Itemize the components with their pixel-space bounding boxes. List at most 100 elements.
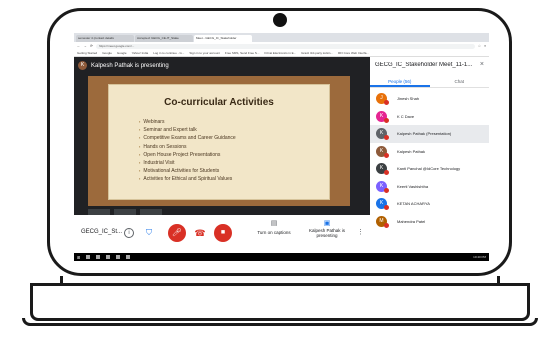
presenting-banner: K Kalpesh Pathak is presenting bbox=[78, 61, 169, 70]
participant-row[interactable]: K Keerti Vashishtha bbox=[370, 178, 489, 196]
laptop-frame: semester 4 (contact details Accepted: GE… bbox=[0, 0, 557, 361]
participant-row[interactable]: KK C Dave bbox=[370, 108, 489, 126]
participant-name: KETAN ACHARYA bbox=[397, 201, 430, 207]
mic-muted-badge bbox=[384, 152, 389, 158]
url-field[interactable]: https://meet.google.com/... bbox=[95, 43, 475, 49]
windows-start-icon[interactable]: ⊞ bbox=[77, 255, 80, 260]
taskbar-app-icon[interactable] bbox=[86, 255, 91, 259]
slide-bullet: Seminar and Expert talk bbox=[139, 126, 236, 134]
camera-off-icon: ■ bbox=[220, 229, 226, 236]
participant-name: K C Dave bbox=[397, 113, 415, 119]
bookmark-item[interactable]: Log in to continue - G... bbox=[153, 51, 184, 55]
taskbar-clock[interactable]: 10:40 PM bbox=[473, 255, 486, 259]
slide-bullet: Motivational Activities for Students bbox=[139, 167, 236, 175]
laptop-base bbox=[30, 283, 530, 321]
forward-icon[interactable]: → bbox=[84, 44, 88, 48]
participant-name: Kalpesh Pathak bbox=[397, 148, 426, 154]
menu-icon[interactable]: ≡ bbox=[484, 44, 486, 48]
bookmarks-bar: Getting Started Google Google Yahoo! Ind… bbox=[74, 50, 489, 57]
mic-off-icon: 🎤︎ bbox=[171, 228, 183, 237]
taskbar-app-icon[interactable] bbox=[96, 255, 101, 259]
participant-name: Mahendra Patel bbox=[397, 218, 426, 224]
people-list: J Jinesh Shah K K C Dave K Kalpesh Pathak (Pr… bbox=[370, 90, 489, 230]
slide: Co-curricular Activities Webinars Semina… bbox=[108, 84, 330, 200]
browser-tab[interactable]: semester 4 (contact details bbox=[76, 35, 134, 42]
bookmark-item[interactable]: Google bbox=[102, 51, 112, 55]
slide-bullet: Open House Project Presentations bbox=[139, 151, 236, 159]
avatar: K bbox=[78, 61, 87, 70]
os-taskbar: ⊞ 10:40 PM bbox=[74, 253, 489, 261]
bookmark-item[interactable]: Free SMS, Send Free S... bbox=[225, 51, 260, 55]
mic-muted-badge bbox=[384, 205, 389, 210]
mic-muted-badge bbox=[384, 187, 389, 193]
participant-row[interactable]: K KETAN ACHARYA bbox=[370, 195, 489, 213]
bookmark-item[interactable]: Yahoo! India bbox=[132, 51, 149, 55]
captions-button[interactable]: ▤ Turn on captions bbox=[249, 219, 299, 235]
bookmark-item[interactable]: ICCat Electronics in E... bbox=[264, 51, 296, 55]
taskbar-app-icon[interactable] bbox=[116, 255, 121, 259]
meeting-name[interactable]: GECG_IC_St... bbox=[81, 229, 122, 235]
taskbar-app-icon[interactable] bbox=[126, 255, 131, 259]
presenting-button[interactable]: ▣ Kalpesh Pathak is presenting bbox=[302, 219, 352, 238]
mic-off-button[interactable]: 🎤︎ bbox=[168, 224, 186, 242]
browser-tab-active[interactable]: Meet - GECG_IC_Stakeholder bbox=[194, 35, 252, 42]
mic-muted-badge bbox=[384, 222, 389, 228]
reload-icon[interactable]: ⟳ bbox=[90, 44, 93, 48]
end-call-icon: ☎ bbox=[194, 228, 206, 238]
bookmark-item[interactable]: Google bbox=[117, 51, 127, 55]
side-panel-tabs: People (56) Chat bbox=[370, 76, 489, 88]
mic-muted-badge bbox=[384, 170, 389, 175]
presenting-label: Kalpesh Pathak is presenting bbox=[308, 228, 346, 238]
participant-name: Kanti Panchal @IdCore Technology bbox=[397, 166, 461, 172]
participant-row[interactable]: J Jinesh Shah bbox=[370, 90, 489, 108]
end-call-button[interactable]: ☎ bbox=[194, 227, 206, 239]
back-icon[interactable]: ← bbox=[77, 44, 81, 48]
tab-chat[interactable]: Chat bbox=[430, 76, 490, 87]
main-stage: K Kalpesh Pathak is presenting Co-curric… bbox=[74, 57, 370, 253]
screen: semester 4 (contact details Accepted: GE… bbox=[74, 33, 489, 261]
presenting-text: Kalpesh Pathak is presenting bbox=[91, 62, 169, 69]
star-icon[interactable]: ☆ bbox=[478, 44, 481, 48]
mic-muted-badge bbox=[384, 135, 389, 140]
participant-name: Kalpesh Pathak (Presentation) bbox=[397, 131, 452, 137]
bookmark-item[interactable]: Gravit 3rd-party lockin... bbox=[301, 51, 333, 55]
browser-tab-bar: semester 4 (contact details Accepted: GE… bbox=[74, 33, 489, 42]
participant-row[interactable]: K Kanti Panchal @IdCore Technology bbox=[370, 160, 489, 178]
mic-muted-badge bbox=[384, 100, 389, 105]
call-controls-bar: GECG_IC_St... i ⛉ 🎤︎ ☎ ■ ▤ Turn on capti… bbox=[74, 215, 370, 253]
slide-bullet: Activities for Ethical and Spiritual Val… bbox=[139, 175, 236, 183]
slide-bullet: Webinars bbox=[139, 118, 236, 126]
participant-name: Keerti Vashishtha bbox=[397, 183, 429, 189]
camera-off-button[interactable]: ■ bbox=[214, 224, 232, 242]
laptop-foot bbox=[22, 318, 538, 326]
shield-icon[interactable]: ⛉ bbox=[144, 228, 154, 238]
present-screen-icon: ▣ bbox=[323, 220, 331, 227]
bookmark-item[interactable]: RFI Core Web Interfa... bbox=[338, 51, 369, 55]
side-panel-title: GECG_IC_Stakeholder Meet_11-1... bbox=[375, 62, 473, 68]
side-panel: GECG_IC_Stakeholder Meet_11-1... × Peopl… bbox=[370, 57, 489, 253]
more-options-icon[interactable]: ⋮ bbox=[357, 228, 364, 236]
captions-label: Turn on captions bbox=[257, 230, 291, 235]
captions-icon: ▤ bbox=[270, 220, 278, 227]
tab-people[interactable]: People (56) bbox=[370, 76, 430, 87]
participant-row[interactable]: K Kalpesh Pathak bbox=[370, 143, 489, 161]
slide-bullet: Competitive Exams and Career Guidance bbox=[139, 134, 235, 142]
slide-bullet-list: Webinars Seminar and Expert talk Competi… bbox=[139, 118, 236, 184]
info-icon[interactable]: i bbox=[124, 228, 134, 238]
meet-window: K Kalpesh Pathak is presenting Co-curric… bbox=[74, 57, 489, 253]
webcam-icon bbox=[273, 13, 287, 27]
participant-name: Jinesh Shah bbox=[397, 96, 420, 102]
participant-row[interactable]: M Mahendra Patel bbox=[370, 213, 489, 231]
bookmark-item[interactable]: Sign in to your account bbox=[189, 51, 220, 55]
address-bar: ← → ⟳ https://meet.google.com/... ☆ ≡ bbox=[74, 42, 489, 50]
participant-row[interactable]: K Kalpesh Pathak (Presentation) bbox=[370, 125, 489, 143]
slide-bullet: Hands on Sessions bbox=[139, 143, 236, 151]
slide-title: Co-curricular Activities bbox=[164, 97, 274, 108]
slide-bullet: Industrial Visit bbox=[139, 159, 236, 167]
close-icon[interactable]: × bbox=[480, 61, 484, 68]
mic-muted-badge bbox=[384, 117, 389, 123]
presentation-frame: Co-curricular Activities Webinars Semina… bbox=[88, 76, 350, 206]
browser-tab[interactable]: Accepted: GECG_CE-IT_Stake bbox=[135, 35, 193, 42]
taskbar-app-icon[interactable] bbox=[106, 255, 111, 259]
bookmark-item[interactable]: Getting Started bbox=[77, 51, 97, 55]
